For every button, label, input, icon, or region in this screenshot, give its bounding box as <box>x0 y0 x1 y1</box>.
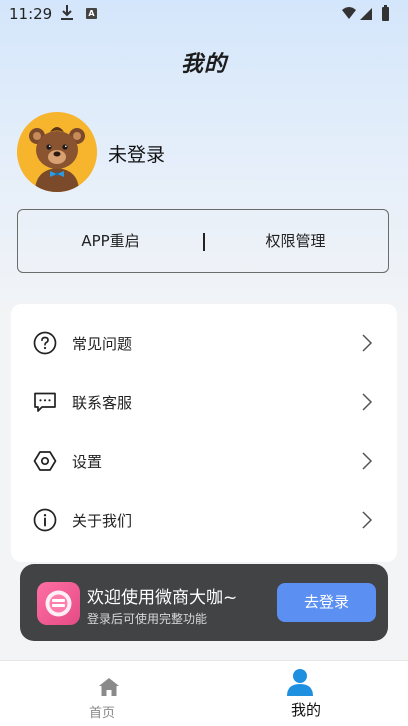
action-card: APP重启 权限管理 <box>17 209 389 273</box>
chevron-right-icon <box>362 452 373 470</box>
menu-item-label: 关于我们 <box>72 512 133 530</box>
download-icon <box>61 5 73 20</box>
page-title: 我的 <box>180 52 227 77</box>
banner-subtitle: 登录后可使用完整功能 <box>87 612 208 626</box>
username[interactable]: 未登录 <box>108 140 165 167</box>
menu-item-faq[interactable]: 常见问题 <box>11 314 397 372</box>
permissions-button[interactable]: 权限管理 <box>203 210 388 272</box>
status-bar: 11:29 A <box>0 0 408 28</box>
menu-card: 常见问题 联系客服 设置 关于我们 <box>11 304 397 562</box>
question-circle-icon <box>33 331 57 355</box>
login-button[interactable]: 去登录 <box>277 583 376 622</box>
menu-item-customer-service[interactable]: 联系客服 <box>11 373 397 431</box>
user-icon <box>287 669 313 696</box>
app-logo <box>37 582 80 625</box>
tab-home[interactable]: 首页 <box>0 661 204 726</box>
hexagon-settings-icon <box>33 451 57 471</box>
chevron-right-icon <box>362 334 373 352</box>
bear-avatar-icon <box>17 112 97 192</box>
home-icon <box>99 678 119 696</box>
info-circle-icon <box>33 508 57 532</box>
avatar[interactable] <box>17 112 97 192</box>
menu-item-about[interactable]: 关于我们 <box>11 491 397 549</box>
menu-item-settings[interactable]: 设置 <box>11 432 397 490</box>
app-logo-icon <box>45 590 72 617</box>
notification-a-icon: A <box>86 8 97 19</box>
chat-bubble-icon <box>34 392 56 412</box>
banner-title: 欢迎使用微商大咖~ <box>87 588 238 608</box>
menu-item-label: 联系客服 <box>72 394 133 412</box>
chevron-right-icon <box>362 393 373 411</box>
status-time: 11:29 <box>9 5 53 23</box>
app-restart-button[interactable]: APP重启 <box>18 210 203 272</box>
chevron-right-icon <box>362 511 373 529</box>
menu-item-label: 常见问题 <box>72 335 133 353</box>
login-banner: 欢迎使用微商大咖~ 登录后可使用完整功能 去登录 <box>20 564 388 641</box>
tab-bar: 首页 我的 <box>0 660 408 726</box>
tab-label: 我的 <box>290 701 321 719</box>
tab-label: 首页 <box>88 706 115 721</box>
signal-battery-icons <box>342 5 389 21</box>
tab-mine[interactable]: 我的 <box>204 661 408 726</box>
menu-item-label: 设置 <box>72 453 103 471</box>
